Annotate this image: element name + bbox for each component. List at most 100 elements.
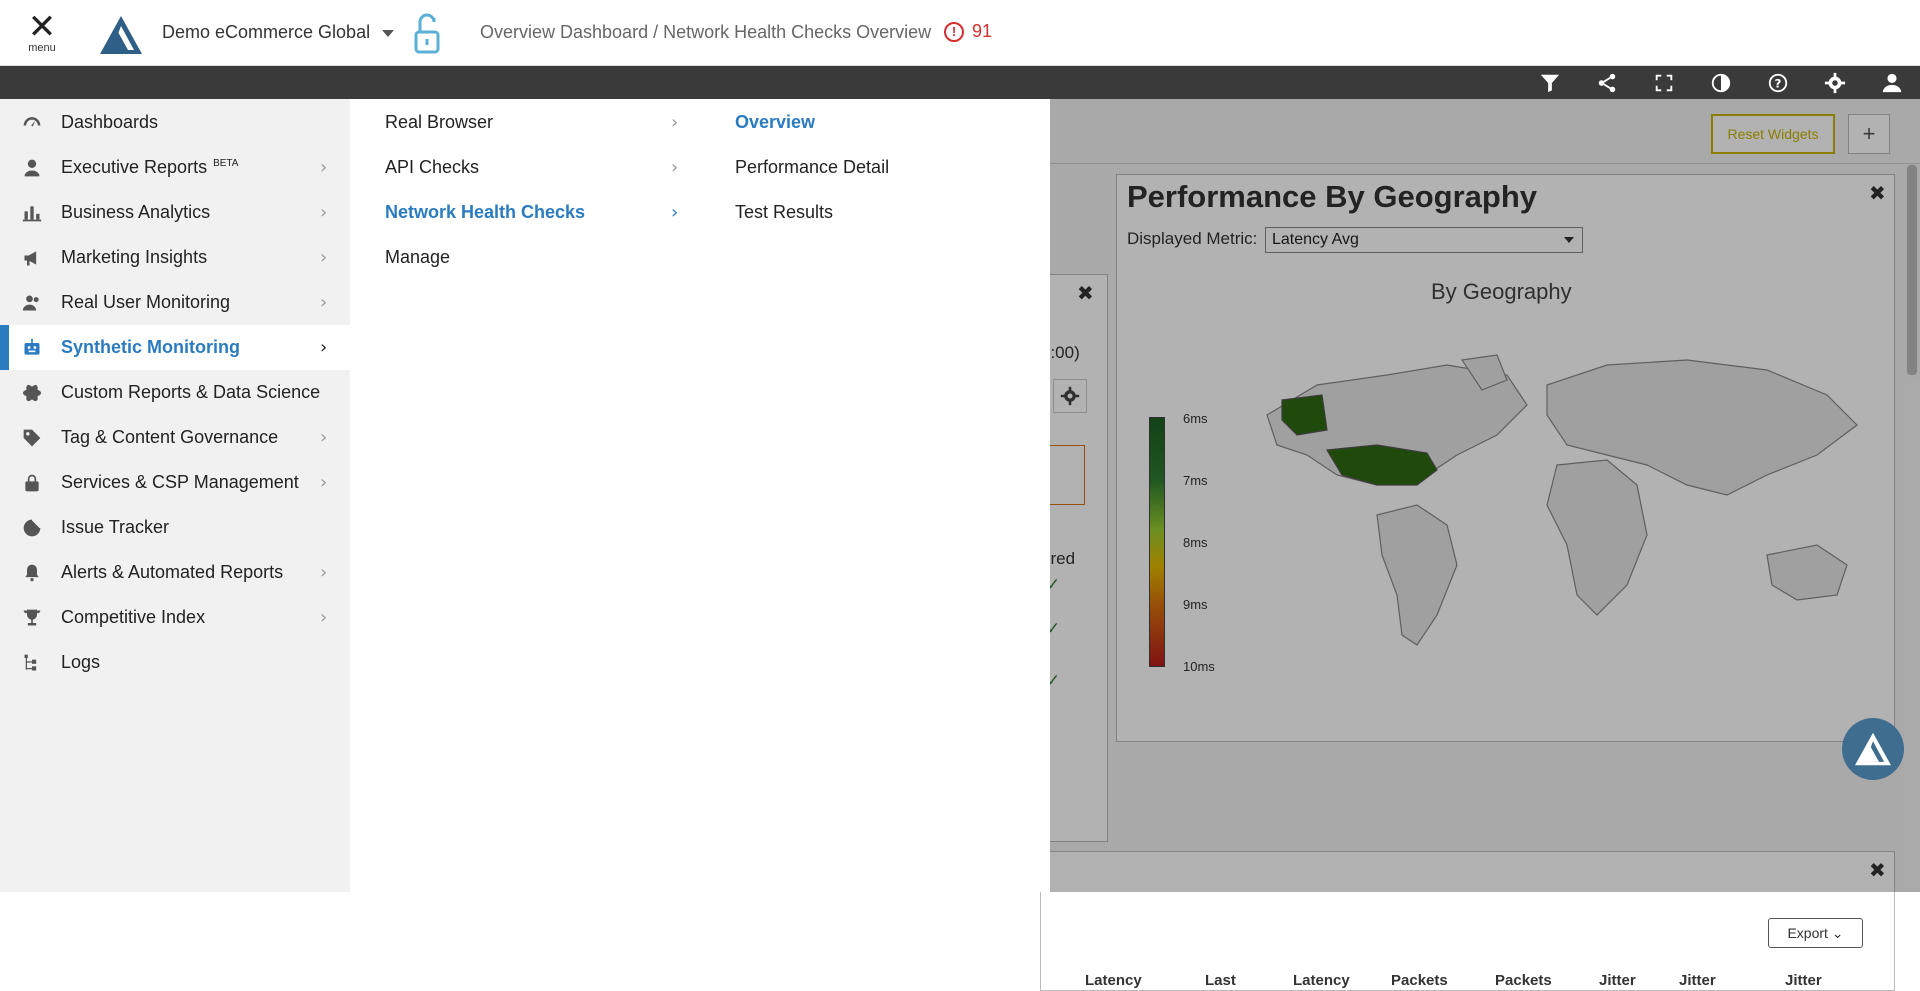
chevron-right-icon: › (320, 472, 328, 493)
brand-logo[interactable] (98, 14, 144, 61)
export-button[interactable]: Export ⌄ (1768, 918, 1863, 948)
bell-icon (22, 563, 42, 583)
submenu-item-manage[interactable]: Manage (385, 235, 685, 280)
column-header[interactable]: Packets (1495, 972, 1552, 989)
menu-item-tag-governance[interactable]: Tag & Content Governance › (0, 415, 350, 460)
column-header[interactable]: Jitter (1679, 972, 1716, 989)
menu-item-issue-tracker[interactable]: Issue Tracker (0, 505, 350, 550)
brand-icon (1855, 732, 1891, 766)
column-header[interactable]: Packets (1391, 972, 1448, 989)
menu-close-button[interactable]: ✕ menu (22, 7, 62, 62)
column-header[interactable]: Jitter (1599, 972, 1636, 989)
active-indicator (0, 325, 9, 370)
toolbar: ? (0, 66, 1920, 99)
chevron-down-icon[interactable] (382, 30, 394, 37)
menu-item-label: Business Analytics (61, 202, 211, 222)
menu-item-real-user-monitoring[interactable]: Real User Monitoring › (0, 280, 350, 325)
export-label: Export (1787, 925, 1828, 941)
user-icon[interactable] (1863, 66, 1920, 99)
chevron-right-icon: › (320, 202, 328, 223)
submenu-item-test-results[interactable]: Test Results (735, 190, 1015, 235)
gauge-icon (22, 113, 42, 133)
chevron-right-icon: › (320, 562, 328, 583)
unlock-icon[interactable] (412, 12, 442, 61)
org-name[interactable]: Demo eCommerce Global (162, 22, 370, 43)
megaphone-icon (22, 248, 42, 268)
trophy-icon (22, 608, 42, 628)
alert-indicator[interactable]: ! 91 (944, 21, 992, 42)
chevron-right-icon: › (320, 337, 328, 358)
users-icon (22, 293, 42, 313)
logs-icon (22, 653, 42, 673)
help-icon[interactable]: ? (1749, 66, 1806, 99)
column-header[interactable]: Latency (1293, 972, 1350, 989)
alert-count: 91 (972, 21, 993, 41)
submenu-item-overview[interactable]: Overview (735, 100, 1015, 145)
menu-item-label: Custom Reports & Data Science (61, 382, 321, 402)
menu-item-logs[interactable]: Logs (0, 640, 350, 685)
chevron-right-icon: › (320, 427, 328, 448)
chevron-right-icon: › (320, 607, 328, 628)
chevron-right-icon: › (320, 292, 328, 313)
submenu-item-label: Manage (385, 247, 451, 267)
menu-item-marketing-insights[interactable]: Marketing Insights › (0, 235, 350, 280)
menu-item-label: Alerts & Automated Reports (61, 562, 284, 582)
submenu-item-performance-detail[interactable]: Performance Detail (735, 145, 1015, 190)
menu-item-label: Marketing Insights (61, 247, 208, 267)
column-header[interactable]: Latency (1085, 972, 1142, 989)
menu-item-label: Executive Reports (61, 157, 208, 177)
nav-menu: Dashboards Executive Reports BETA › Busin… (0, 99, 1050, 892)
column-header[interactable]: Jitter (1785, 972, 1822, 989)
menu-item-business-analytics[interactable]: Business Analytics › (0, 190, 350, 235)
top-bar: ✕ menu Demo eCommerce Global Overview Da… (0, 0, 1920, 66)
person-icon (22, 158, 42, 178)
fullscreen-icon[interactable] (1635, 66, 1692, 99)
submenu-item-network-health-checks[interactable]: Network Health Checks › (385, 190, 685, 235)
lock-icon (22, 473, 42, 493)
menu-level1: Dashboards Executive Reports BETA › Busin… (0, 99, 350, 892)
settings-icon[interactable] (1806, 66, 1863, 99)
menu-item-services-csp[interactable]: Services & CSP Management › (0, 460, 350, 505)
robot-icon (22, 338, 42, 358)
submenu-item-real-browser[interactable]: Real Browser › (385, 100, 685, 145)
submenu-item-label: Test Results (735, 202, 834, 222)
submenu-item-api-checks[interactable]: API Checks › (385, 145, 685, 190)
submenu-item-label: API Checks (385, 157, 480, 177)
menu-item-synthetic-monitoring[interactable]: Synthetic Monitoring › (0, 325, 350, 370)
chevron-right-icon: › (671, 202, 679, 223)
menu-item-label: Dashboards (61, 112, 159, 132)
close-icon: ✕ (27, 7, 57, 47)
share-icon[interactable] (1578, 66, 1635, 99)
column-header[interactable]: Last (1205, 972, 1236, 989)
menu-item-label: Issue Tracker (61, 517, 170, 537)
tag-icon (22, 428, 42, 448)
menu-item-competitive-index[interactable]: Competitive Index › (0, 595, 350, 640)
menu-label: menu (28, 42, 56, 54)
svg-text:?: ? (1774, 76, 1781, 90)
breadcrumb[interactable]: Overview Dashboard / Network Health Chec… (480, 22, 931, 43)
submenu-item-label: Network Health Checks (385, 202, 586, 222)
menu-item-label: Competitive Index (61, 607, 206, 627)
alert-icon: ! (944, 21, 964, 42)
radar-icon (22, 518, 42, 538)
submenu-item-label: Overview (735, 112, 816, 132)
menu-item-label: Services & CSP Management (61, 472, 299, 492)
atom-icon (22, 383, 42, 403)
chevron-right-icon: › (320, 157, 328, 178)
menu-item-label: Real User Monitoring (61, 292, 231, 312)
menu-item-label: Tag & Content Governance (61, 427, 279, 447)
chevron-right-icon: › (671, 112, 679, 133)
menu-item-label: Logs (61, 652, 101, 672)
menu-item-dashboards[interactable]: Dashboards (0, 100, 350, 145)
filter-icon[interactable] (1521, 66, 1578, 99)
bar-chart-icon (22, 203, 42, 223)
chevron-right-icon: › (320, 247, 328, 268)
menu-item-executive-reports[interactable]: Executive Reports BETA › (0, 145, 350, 190)
contrast-icon[interactable] (1692, 66, 1749, 99)
assistant-fab[interactable] (1842, 718, 1904, 780)
menu-item-alerts[interactable]: Alerts & Automated Reports › (0, 550, 350, 595)
menu-item-custom-reports[interactable]: Custom Reports & Data Science (0, 370, 350, 415)
beta-badge: BETA (213, 158, 239, 169)
submenu-item-label: Real Browser (385, 112, 494, 132)
submenu-item-label: Performance Detail (735, 157, 890, 177)
